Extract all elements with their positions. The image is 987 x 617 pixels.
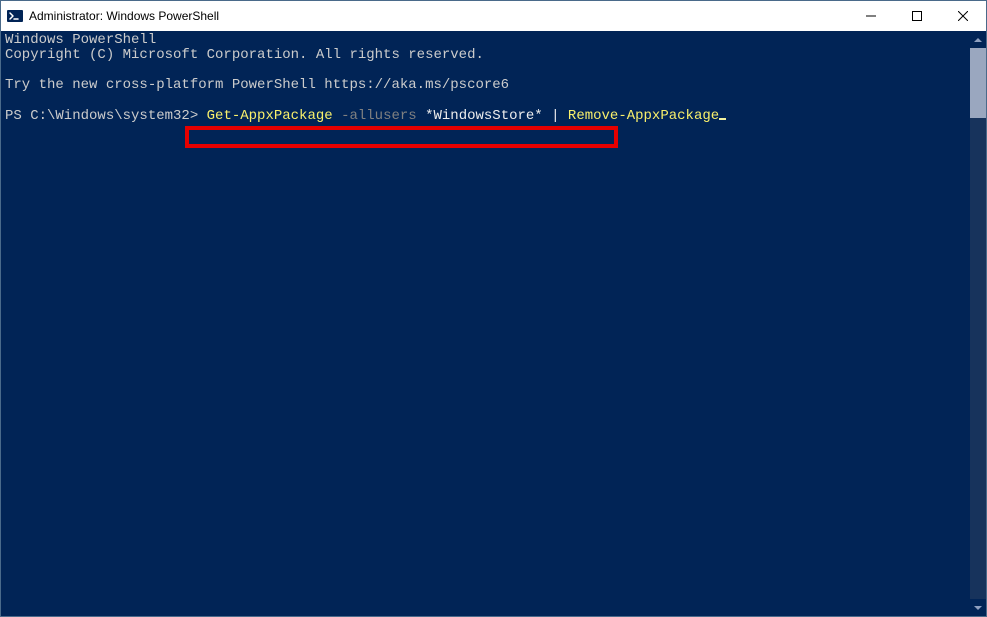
console-line: Try the new cross-platform PowerShell ht… <box>5 77 509 93</box>
close-button[interactable] <box>940 1 986 31</box>
console-line: Copyright (C) Microsoft Corporation. All… <box>5 47 484 63</box>
console-line: Windows PowerShell <box>5 32 156 48</box>
window-controls <box>848 1 986 31</box>
command-cmdlet: Get-AppxPackage <box>207 108 333 124</box>
command-param: -allusers <box>333 108 417 124</box>
command-arg: *WindowsStore* <box>417 108 551 124</box>
scroll-down-button[interactable] <box>970 599 986 616</box>
minimize-button[interactable] <box>848 1 894 31</box>
console-area[interactable]: Windows PowerShell Copyright (C) Microso… <box>1 31 986 616</box>
powershell-window: Administrator: Windows PowerShell Window… <box>0 0 987 617</box>
scroll-thumb[interactable] <box>970 48 986 118</box>
scroll-track[interactable] <box>970 48 986 599</box>
title-bar[interactable]: Administrator: Windows PowerShell <box>1 1 986 31</box>
text-cursor <box>719 108 726 120</box>
vertical-scrollbar[interactable] <box>970 31 986 616</box>
title-bar-left: Administrator: Windows PowerShell <box>1 8 219 24</box>
powershell-icon <box>7 8 23 24</box>
maximize-button[interactable] <box>894 1 940 31</box>
command-cmdlet: Remove-AppxPackage <box>560 108 720 124</box>
pipe-symbol: | <box>551 108 559 124</box>
prompt-text: PS C:\Windows\system32> <box>5 108 207 124</box>
window-title: Administrator: Windows PowerShell <box>29 9 219 23</box>
console-text[interactable]: Windows PowerShell Copyright (C) Microso… <box>1 31 986 616</box>
scroll-up-button[interactable] <box>970 31 986 48</box>
